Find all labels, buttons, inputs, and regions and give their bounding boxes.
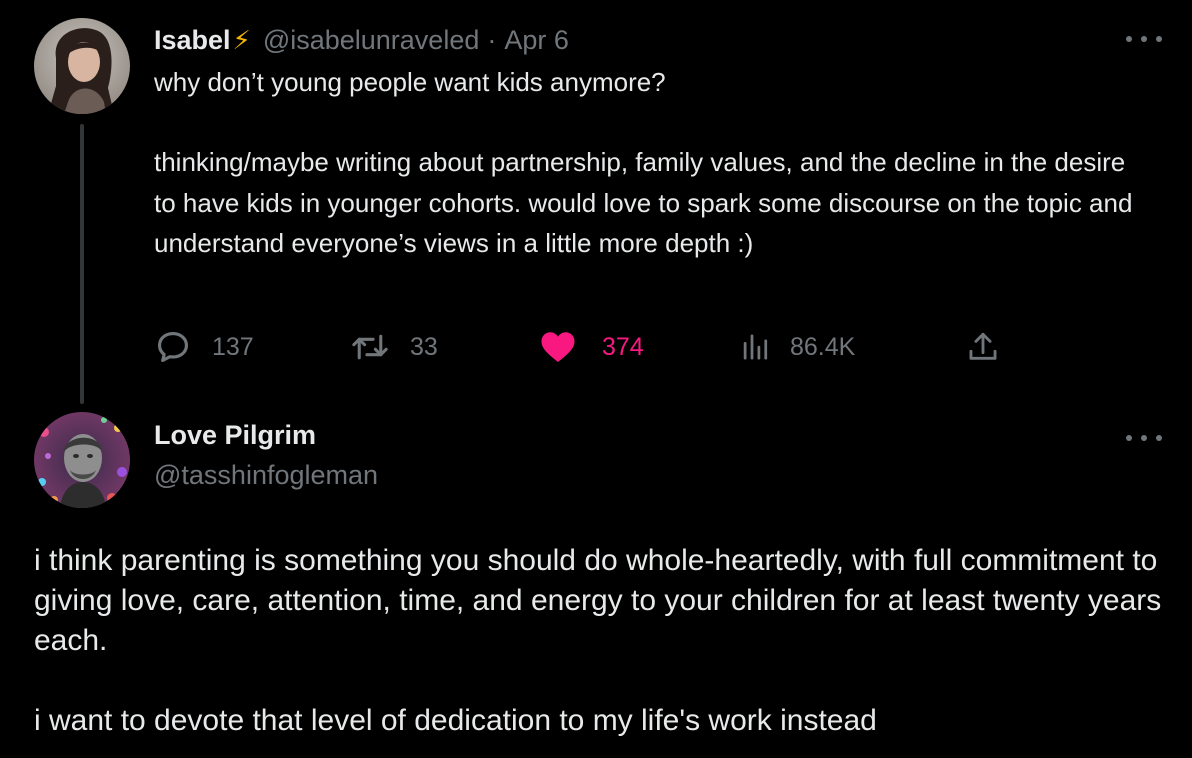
- separator-dot: ·: [487, 24, 497, 55]
- reply-tweet-text: i think parenting is something you shoul…: [34, 541, 1164, 741]
- parent-tweet-actions: 137 33 374 86.4K: [154, 327, 1014, 367]
- like-button[interactable]: 374: [540, 327, 644, 367]
- retweet-icon: [350, 328, 390, 366]
- like-count: 374: [602, 332, 644, 361]
- reply-count: 137: [212, 332, 254, 361]
- tweet-thread: Isabel ⚡ @isabelunraveled · Apr 6 why do…: [0, 0, 1192, 758]
- reply-paragraph-2: i want to devote that level of dedicatio…: [34, 704, 877, 737]
- isabel-avatar[interactable]: [34, 18, 130, 114]
- parent-author-name[interactable]: Isabel: [154, 25, 231, 56]
- reply-button[interactable]: 137: [154, 327, 254, 367]
- love-pilgrim-avatar[interactable]: [34, 412, 130, 508]
- thread-connector-line: [80, 124, 84, 404]
- retweet-count: 33: [410, 332, 438, 361]
- views-button[interactable]: 86.4K: [740, 327, 855, 367]
- reply-author-handle[interactable]: @tasshinfogleman: [154, 460, 378, 491]
- analytics-bars-icon: [740, 332, 770, 362]
- reply-paragraph-1: i think parenting is something you shoul…: [34, 544, 1162, 657]
- parent-tweet-text-body: thinking/maybe writing about partnership…: [154, 147, 1133, 258]
- reply-icon: [154, 328, 192, 366]
- parent-tweet-header: Isabel ⚡ @isabelunraveled · Apr 6: [154, 22, 569, 58]
- more-options-icon[interactable]: [1126, 428, 1162, 448]
- parent-author-handle[interactable]: @isabelunraveled: [263, 25, 480, 56]
- more-options-icon[interactable]: [1126, 29, 1162, 49]
- reply-author-name[interactable]: Love Pilgrim: [154, 420, 316, 451]
- lightning-bolt-emoji: ⚡: [232, 24, 251, 55]
- share-upload-icon: [966, 330, 1000, 364]
- views-count: 86.4K: [790, 332, 856, 361]
- parent-tweet-date[interactable]: Apr 6: [504, 25, 569, 56]
- retweet-button[interactable]: 33: [350, 327, 438, 367]
- heart-icon: [540, 330, 576, 364]
- share-button[interactable]: [966, 327, 1000, 367]
- parent-tweet-text-line1: why don’t young people want kids anymore…: [154, 67, 666, 97]
